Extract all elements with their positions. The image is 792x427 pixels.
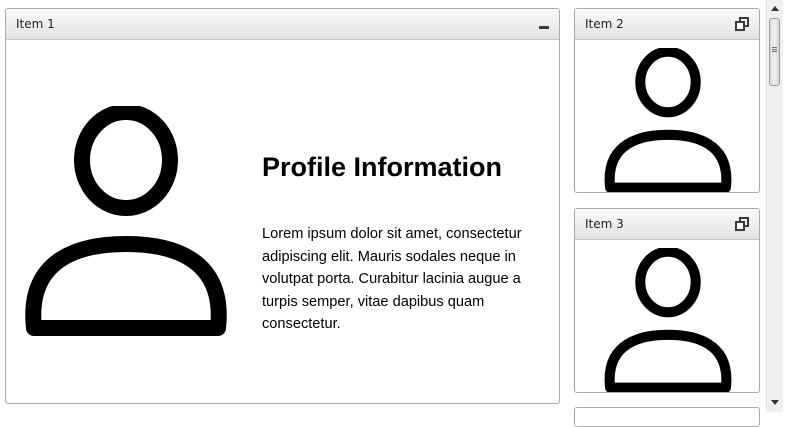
restore-icon[interactable] bbox=[733, 215, 751, 233]
scrollbar-thumb[interactable] bbox=[769, 18, 780, 86]
profile-description: Lorem ipsum dolor sit amet, consectetur … bbox=[262, 226, 522, 332]
vertical-scrollbar[interactable] bbox=[766, 0, 783, 412]
tile-header[interactable]: Item 2 bbox=[575, 9, 759, 40]
tile-title: Item 2 bbox=[585, 17, 624, 31]
tile-partial[interactable] bbox=[574, 407, 760, 427]
user-icon bbox=[25, 106, 227, 336]
arrow-up-icon[interactable] bbox=[767, 1, 783, 17]
arrow-down-icon[interactable] bbox=[767, 395, 783, 411]
page-title: Profile Information bbox=[262, 152, 503, 182]
minimize-icon[interactable] bbox=[535, 15, 553, 33]
user-icon bbox=[604, 48, 732, 192]
tile-title: Item 3 bbox=[585, 217, 624, 231]
tile-header[interactable]: Item 3 bbox=[575, 209, 759, 240]
user-icon bbox=[604, 248, 732, 392]
tile-item-3[interactable]: Item 3 bbox=[574, 208, 760, 393]
tile-header[interactable]: Item 1 bbox=[6, 9, 559, 40]
tile-title: Item 1 bbox=[16, 17, 55, 31]
tile-item-1[interactable]: Item 1 Profile Information Lorem ipsum d… bbox=[5, 8, 560, 404]
tile-item-2[interactable]: Item 2 bbox=[574, 8, 760, 193]
restore-icon[interactable] bbox=[733, 15, 751, 33]
